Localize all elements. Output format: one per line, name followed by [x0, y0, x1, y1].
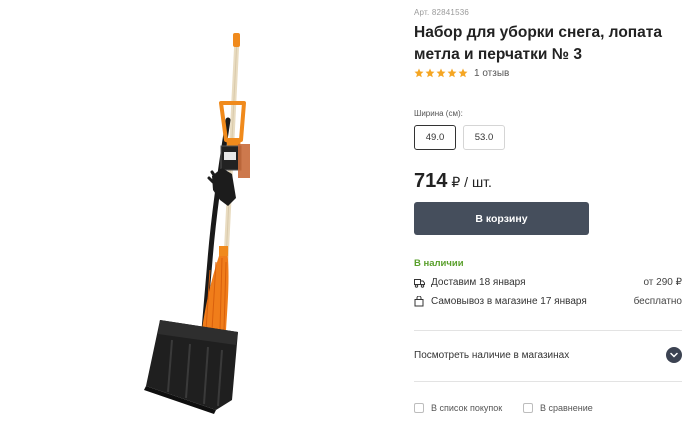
reviews-link[interactable]: 1 отзыв — [474, 68, 509, 79]
shopping-list-label: В список покупок — [431, 403, 503, 413]
truck-icon — [414, 277, 425, 288]
shopping-list-toggle[interactable]: В список покупок — [414, 403, 502, 413]
size-option-53[interactable]: 53.0 — [463, 125, 505, 150]
width-label: Ширина (см): — [414, 109, 463, 118]
delivery-label: Доставим 18 января — [431, 277, 526, 288]
star-icon — [458, 68, 468, 78]
bag-icon — [414, 296, 425, 307]
product-image[interactable] — [0, 0, 395, 435]
product-title: Набор для уборки снега, лопата метла и п… — [414, 24, 662, 63]
price-value: 714 — [414, 170, 448, 192]
compare-toggle[interactable]: В сравнение — [523, 403, 593, 413]
add-to-cart-button[interactable]: В корзину — [414, 202, 589, 235]
divider — [414, 381, 682, 382]
availability-status: В наличии — [414, 258, 464, 269]
pickup-price: бесплатно — [633, 296, 682, 307]
star-icon — [414, 68, 424, 78]
price-unit: ₽ / шт. — [451, 174, 492, 190]
price: 714 ₽ / шт. — [414, 170, 492, 193]
pickup-label: Самовывоз в магазине 17 января — [431, 296, 587, 307]
star-icon — [436, 68, 446, 78]
article-number: Арт. 82841536 — [414, 8, 470, 17]
checkbox-icon[interactable] — [523, 403, 533, 413]
rating-stars — [414, 68, 468, 78]
checkbox-icon[interactable] — [414, 403, 424, 413]
product-illustration — [144, 33, 250, 414]
chevron-down-icon[interactable] — [666, 347, 682, 363]
rating[interactable]: 1 отзыв — [414, 66, 509, 80]
pickup-row: Самовывоз в магазине 17 января бесплатно — [414, 296, 682, 307]
compare-label: В сравнение — [540, 403, 593, 413]
star-icon — [425, 68, 435, 78]
size-option-49[interactable]: 49.0 — [414, 125, 456, 150]
delivery-price: от 290 ₽ — [643, 277, 682, 288]
check-stores-button[interactable]: Посмотреть наличие в магазинах — [414, 343, 682, 367]
check-stores-label: Посмотреть наличие в магазинах — [414, 349, 570, 361]
star-icon — [447, 68, 457, 78]
delivery-row: Доставим 18 января от 290 ₽ — [414, 277, 682, 288]
divider — [414, 330, 682, 331]
